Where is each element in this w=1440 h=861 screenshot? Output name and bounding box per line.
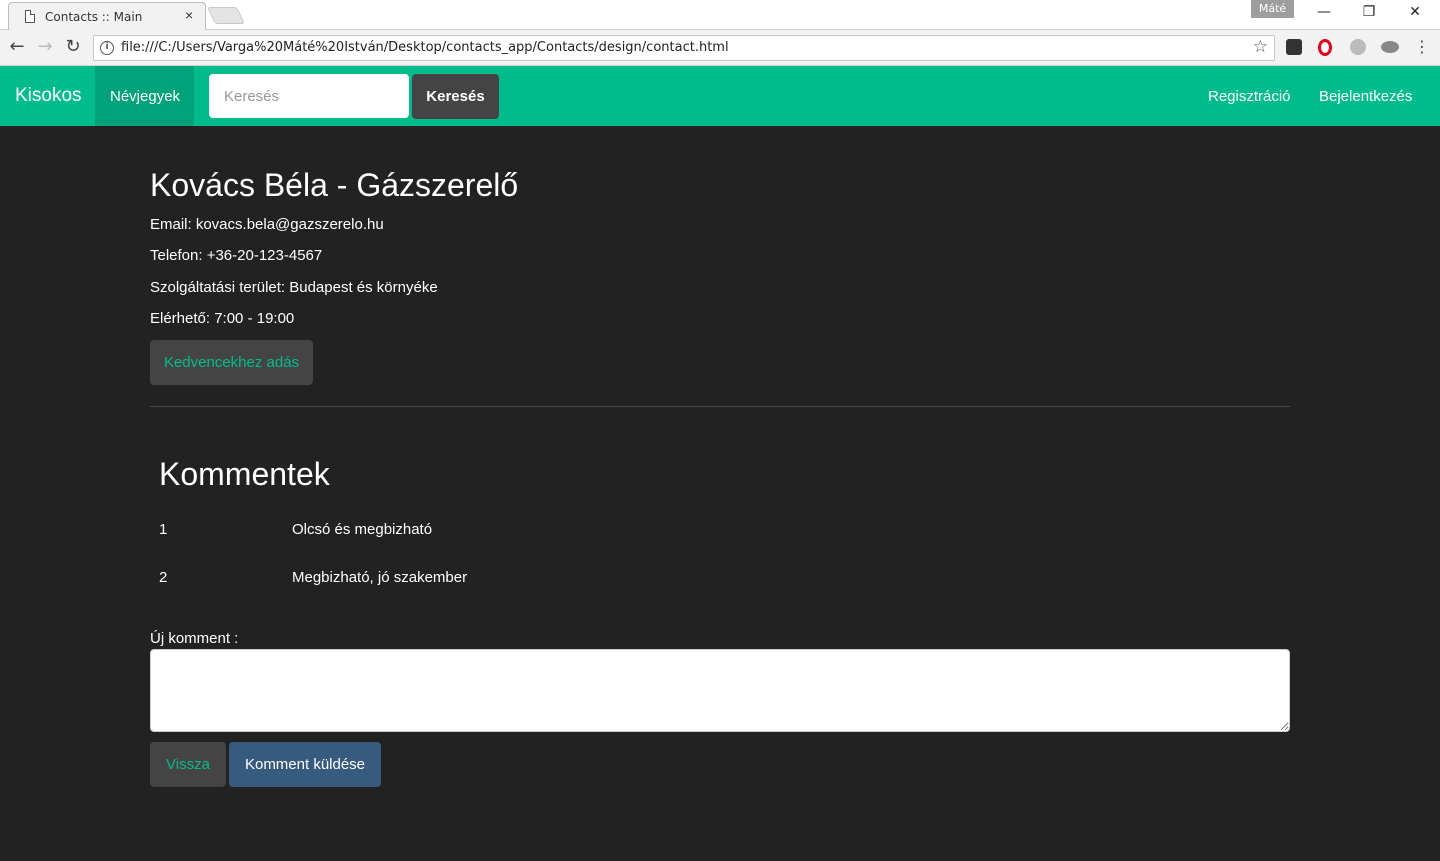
- reload-icon[interactable]: ↻: [62, 36, 84, 58]
- add-to-favorites-button[interactable]: Kedvencekhez adás: [150, 340, 313, 385]
- close-window-icon[interactable]: ✕: [1403, 4, 1427, 24]
- contact-hours: Elérhető: 7:00 - 19:00: [150, 310, 295, 327]
- tab-title: Contacts :: Main: [45, 10, 143, 24]
- profile-badge[interactable]: Máté: [1251, 0, 1294, 18]
- forward-icon[interactable]: →: [34, 36, 56, 58]
- restore-icon[interactable]: ❐: [1357, 4, 1381, 24]
- contact-phone: Telefon: +36-20-123-4567: [150, 247, 323, 264]
- divider: [150, 406, 1290, 407]
- nav-item-contacts[interactable]: Névjegyek: [95, 66, 194, 126]
- login-link[interactable]: Bejelentkezés: [1319, 88, 1412, 105]
- contact-email: Email: kovacs.bela@gazszerelo.hu: [150, 216, 384, 233]
- extension-icon-eye[interactable]: [1381, 41, 1399, 53]
- extension-icon-glasses[interactable]: [1286, 39, 1302, 55]
- opera-icon[interactable]: [1318, 39, 1332, 56]
- tab-close-icon[interactable]: ×: [185, 7, 193, 23]
- comments-title: Kommentek: [159, 456, 330, 492]
- info-icon[interactable]: i: [100, 41, 114, 55]
- new-comment-label: Új komment :: [150, 630, 239, 647]
- site-navbar: Kisokos Névjegyek Keresés Regisztráció B…: [0, 66, 1440, 126]
- menu-kebab-icon[interactable]: ⋮: [1411, 36, 1433, 58]
- comment-number: 1: [159, 521, 168, 538]
- url-text[interactable]: file:///C:/Users/Varga%20Máté%20István/D…: [121, 40, 729, 55]
- address-bar[interactable]: i file:///C:/Users/Varga%20Máté%20István…: [93, 35, 1275, 61]
- browser-toolbar: ← → ↻ i file:///C:/Users/Varga%20Máté%20…: [0, 30, 1440, 66]
- new-comment-textarea[interactable]: [150, 649, 1290, 732]
- comment-number: 2: [159, 569, 168, 586]
- search-button[interactable]: Keresés: [412, 74, 499, 119]
- comment-text: Megbizható, jó szakember: [292, 569, 468, 586]
- comment-text: Olcsó és megbizható: [292, 521, 433, 538]
- send-comment-button[interactable]: Komment küldése: [229, 742, 381, 787]
- search-input[interactable]: [209, 74, 409, 118]
- register-link[interactable]: Regisztráció: [1208, 88, 1291, 105]
- contact-area: Szolgáltatási terület: Budapest és körny…: [150, 279, 438, 296]
- back-icon[interactable]: ←: [6, 36, 28, 58]
- nav-item-label: Névjegyek: [110, 88, 181, 105]
- back-button[interactable]: Vissza: [150, 742, 226, 787]
- brand-link[interactable]: Kisokos: [15, 85, 82, 107]
- browser-tab[interactable]: Contacts :: Main ×: [8, 2, 206, 30]
- page-icon: [25, 10, 35, 23]
- new-tab-button[interactable]: [207, 7, 245, 24]
- contact-title: Kovács Béla - Gázszerelő: [150, 167, 519, 203]
- bookmark-star-icon[interactable]: ☆: [1253, 37, 1268, 57]
- extension-icon-gray[interactable]: [1350, 39, 1366, 55]
- minimize-icon[interactable]: —: [1312, 4, 1336, 24]
- browser-tab-strip: Contacts :: Main × Máté — ❐ ✕: [0, 0, 1440, 30]
